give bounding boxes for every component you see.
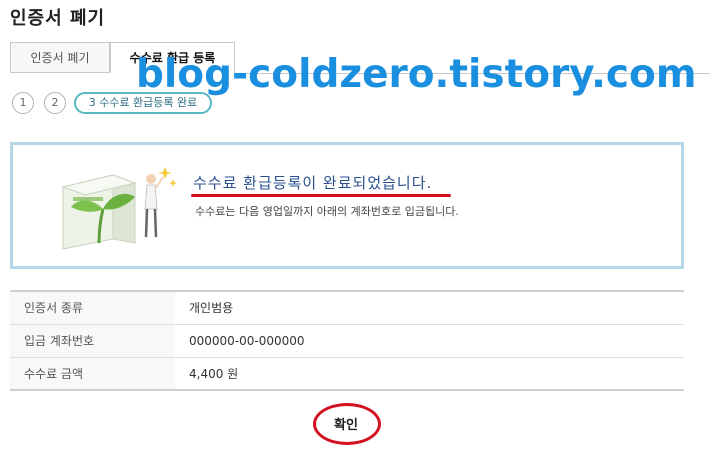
annotation-underline <box>191 194 451 197</box>
page-title: 인증서 폐기 <box>10 8 106 29</box>
table-row: 수수료 금액 4,400 원 <box>10 357 684 390</box>
completion-message: 수수료 환급등록이 완료되었습니다. <box>193 174 433 192</box>
row-value-certificate-type: 개인범용 <box>189 301 234 316</box>
completion-panel: 수수료 환급등록이 완료되었습니다. 수수료는 다음 영업일까지 아래의 계좌번… <box>10 142 684 269</box>
refund-info-table: 인증서 종류 개인범용 입금 계좌번호 000000-00-000000 수수료… <box>10 290 684 391</box>
row-value-fee-amount: 4,400 원 <box>189 366 239 381</box>
confirm-area: 확인 <box>313 403 381 445</box>
completion-description: 수수료는 다음 영업일까지 아래의 계좌번호로 입금됩니다. <box>195 205 459 218</box>
row-label-account-number: 입금 계좌번호 <box>10 324 175 357</box>
row-label-certificate-type: 인증서 종류 <box>10 291 175 324</box>
tab-certificate-revoke[interactable]: 인증서 폐기 <box>10 42 110 73</box>
table-row: 입금 계좌번호 000000-00-000000 <box>10 324 684 357</box>
row-label-fee-amount: 수수료 금액 <box>10 357 175 390</box>
watermark-text: blog-coldzero.tistory.com <box>136 52 697 97</box>
step-1: 1 <box>12 92 34 114</box>
step-2: 2 <box>44 92 66 114</box>
row-value-account-number: 000000-00-000000 <box>189 333 305 348</box>
sprout-illustration <box>61 167 177 250</box>
table-row: 인증서 종류 개인범용 <box>10 291 684 324</box>
confirm-button[interactable]: 확인 <box>328 412 364 434</box>
